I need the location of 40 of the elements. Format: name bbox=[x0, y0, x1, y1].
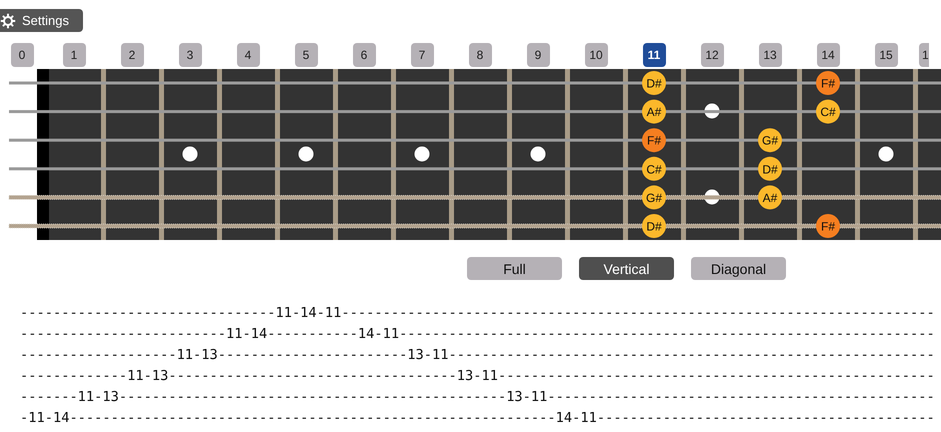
fret-number-tab[interactable]: 1 bbox=[919, 43, 929, 67]
note-label: F# bbox=[821, 220, 835, 234]
tab-line: -------------------------------11-14-11------------------------------------------------------------------------ bbox=[20, 304, 935, 323]
fret-number-tab[interactable]: 1 bbox=[62, 43, 86, 67]
tab-line: -11-14-----------------------------------------------------------14-11----------------------------------------- bbox=[20, 409, 935, 428]
tab-line: -------11-13-----------------------------------------------13-11----------------------------------------------- bbox=[20, 388, 935, 407]
fret-number-tab[interactable]: 14 bbox=[816, 43, 840, 67]
note-label: D# bbox=[762, 162, 778, 176]
fret-number-tab[interactable]: 7 bbox=[410, 43, 434, 67]
mode-tab[interactable]: Diagonal bbox=[691, 257, 786, 280]
note-label: C# bbox=[646, 162, 662, 176]
tab-line: -------------------------11-14-----------14-11----------------------------------------------------------------- bbox=[20, 325, 935, 344]
note-label: A# bbox=[646, 105, 662, 120]
mode-tab[interactable]: Vertical bbox=[579, 257, 674, 280]
note-label: D# bbox=[646, 76, 662, 90]
fret-number-tab[interactable]: 11 bbox=[642, 43, 666, 67]
fret-number-tab[interactable]: 6 bbox=[352, 43, 376, 67]
note-label: F# bbox=[647, 134, 661, 148]
fret-number-tab[interactable]: 0 bbox=[10, 43, 34, 67]
note-label: G# bbox=[646, 190, 662, 205]
fret-number-tab[interactable]: 8 bbox=[468, 43, 492, 67]
fret-number-tab[interactable]: 10 bbox=[584, 43, 608, 67]
fret-number-tab[interactable]: 9 bbox=[526, 43, 550, 67]
settings-button[interactable]: Settings bbox=[0, 9, 83, 32]
note-label: G# bbox=[762, 134, 778, 148]
fret-number-tab[interactable]: 13 bbox=[758, 43, 782, 67]
fret-number-tab[interactable]: 5 bbox=[294, 43, 318, 67]
fret-number-tab[interactable]: 3 bbox=[178, 43, 202, 67]
note-label: A# bbox=[762, 190, 778, 205]
note-label: D# bbox=[646, 220, 662, 234]
mode-tab[interactable]: Full bbox=[467, 257, 562, 280]
tab-line: -------------11-13-----------------------------------13-11----------------------------------------------------- bbox=[20, 367, 935, 386]
fret-number-tab[interactable]: 12 bbox=[700, 43, 724, 67]
note-label: C# bbox=[820, 105, 836, 120]
settings-icon bbox=[0, 12, 16, 28]
fret-number-tab[interactable]: 2 bbox=[120, 43, 144, 67]
tab-line: -------------------11-13-----------------------13-11----------------------------------------------------------- bbox=[20, 346, 935, 365]
fret-number-tab[interactable]: 15 bbox=[874, 43, 898, 67]
note-label: F# bbox=[821, 76, 835, 90]
fret-number-tab[interactable]: 4 bbox=[236, 43, 260, 67]
